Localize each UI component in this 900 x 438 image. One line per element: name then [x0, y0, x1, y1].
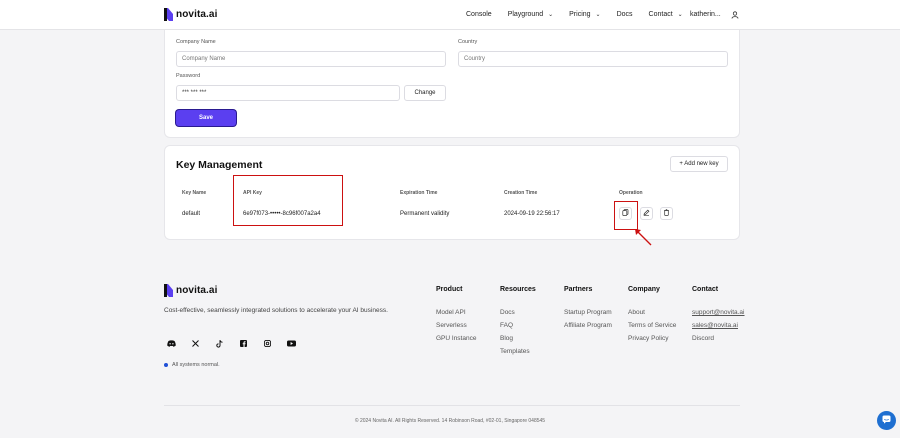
- password-label: Password: [176, 73, 201, 79]
- status-dot-icon: [164, 363, 168, 367]
- nav-pricing[interactable]: Pricing ⌄: [569, 11, 600, 18]
- footer-brand-name: novita.ai: [176, 285, 218, 296]
- chevron-down-icon: ⌄: [595, 12, 601, 18]
- creation-cell: 2024-09-19 22:56:17: [504, 211, 560, 217]
- footer-link-terms[interactable]: Terms of Service: [628, 322, 676, 329]
- save-button[interactable]: Save: [176, 110, 236, 126]
- delete-icon: [663, 209, 670, 218]
- top-navbar: novita.ai Console Playground ⌄ Pricing ⌄ D…: [0, 0, 900, 30]
- change-password-button[interactable]: Change: [404, 85, 446, 101]
- footer-link-sales-email[interactable]: sales@novita.ai: [692, 322, 738, 329]
- add-new-key-button[interactable]: + Add new key: [670, 156, 728, 172]
- country-label: Country: [458, 39, 478, 45]
- password-input[interactable]: *** *** ***: [176, 85, 400, 101]
- chevron-down-icon: ⌄: [548, 12, 554, 18]
- footer-col-product: Product: [436, 286, 463, 293]
- footer-link-blog[interactable]: Blog: [500, 335, 513, 342]
- footer-link-serverless[interactable]: Serverless: [436, 322, 467, 329]
- brand-name: novita.ai: [176, 9, 218, 20]
- system-status[interactable]: All systems normal.: [164, 362, 220, 368]
- discord-icon[interactable]: [165, 337, 178, 350]
- company-name-input[interactable]: Company Name: [176, 51, 446, 67]
- footer-link-support-email[interactable]: support@novita.ai: [692, 309, 745, 316]
- chevron-down-icon: ⌄: [677, 12, 683, 18]
- key-management-title: Key Management: [176, 159, 263, 171]
- user-name[interactable]: katherin...: [690, 11, 721, 18]
- nav-console[interactable]: Console: [466, 11, 492, 18]
- footer-link-templates[interactable]: Templates: [500, 348, 530, 355]
- footer-col-company: Company: [628, 286, 660, 293]
- footer-link-about[interactable]: About: [628, 309, 645, 316]
- footer-link-privacy[interactable]: Privacy Policy: [628, 335, 668, 342]
- facebook-icon[interactable]: [237, 337, 250, 350]
- copyright-text: © 2024 Novita AI. All Rights Reserved. 1…: [354, 418, 546, 424]
- novita-logo-icon: [164, 284, 173, 297]
- footer-col-resources: Resources: [500, 286, 536, 293]
- x-icon[interactable]: [189, 337, 202, 350]
- user-icon[interactable]: [729, 9, 740, 20]
- chat-icon: [882, 415, 891, 426]
- annotation-arrow-icon: [635, 229, 652, 246]
- tiktok-icon[interactable]: [213, 337, 226, 350]
- nav-contact[interactable]: Contact ⌄: [649, 11, 683, 18]
- edit-icon: [643, 209, 650, 218]
- footer-description: Cost-effective, seamlessly integrated so…: [164, 307, 388, 314]
- col-key-name: Key Name: [182, 190, 207, 196]
- footer-link-affiliate-program[interactable]: Affiliate Program: [564, 322, 612, 329]
- nav-docs[interactable]: Docs: [617, 11, 633, 18]
- col-operation: Operation: [619, 190, 643, 196]
- novita-logo-icon: [164, 8, 173, 21]
- key-name-cell: default: [182, 211, 201, 217]
- youtube-icon[interactable]: [285, 337, 298, 350]
- nav-playground[interactable]: Playground ⌄: [508, 11, 553, 18]
- api-key-cell: 6e97f073-•••••-8c96f007a2a4: [243, 211, 321, 217]
- chat-support-button[interactable]: [877, 411, 896, 430]
- footer-link-gpu-instance[interactable]: GPU Instance: [436, 335, 476, 342]
- delete-key-button[interactable]: [660, 207, 673, 220]
- footer-brand-logo[interactable]: novita.ai: [164, 284, 217, 297]
- footer-link-docs[interactable]: Docs: [500, 309, 515, 316]
- col-expiration-time: Expiration Time: [400, 190, 438, 196]
- col-creation-time: Creation Time: [504, 190, 538, 196]
- footer-link-startup-program[interactable]: Startup Program: [564, 309, 612, 316]
- footer-link-faq[interactable]: FAQ: [500, 322, 513, 329]
- profile-card: [164, 30, 740, 138]
- footer-col-contact: Contact: [692, 286, 719, 293]
- footer-link-discord[interactable]: Discord: [692, 335, 714, 342]
- col-api-key: API Key: [243, 190, 262, 196]
- brand-logo[interactable]: novita.ai: [164, 8, 217, 21]
- copy-icon: [622, 209, 629, 218]
- country-input[interactable]: Country: [458, 51, 728, 67]
- footer-divider: [164, 405, 740, 406]
- edit-key-button[interactable]: [640, 207, 653, 220]
- company-name-label: Company Name: [176, 39, 216, 45]
- instagram-icon[interactable]: [261, 337, 274, 350]
- expiration-cell: Permanent validity: [400, 211, 450, 217]
- copy-key-button[interactable]: [619, 207, 632, 220]
- footer-link-model-api[interactable]: Model API: [436, 309, 466, 316]
- footer-col-partners: Partners: [564, 286, 593, 293]
